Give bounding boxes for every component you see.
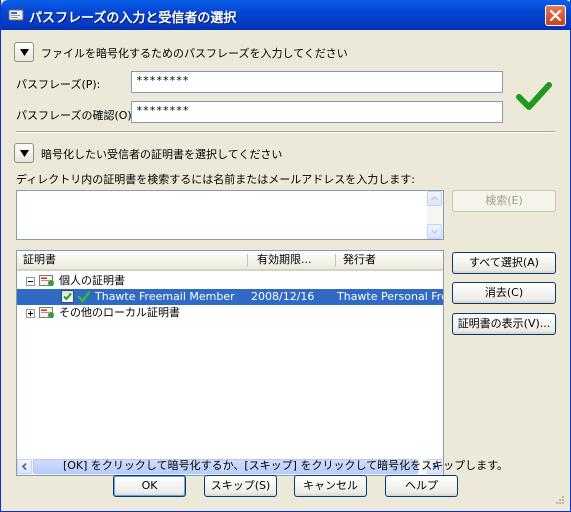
- passphrase-confirm-label: パスフレーズの確認(O):: [16, 109, 136, 122]
- certificate-list[interactable]: 証明書 有効期限... 発行者 個人の証明書 Thawte Freemail M…: [16, 250, 444, 476]
- column-header-issuer[interactable]: 発行者: [337, 251, 443, 269]
- column-header-expires[interactable]: 有効期限...: [251, 251, 335, 269]
- chevron-up-icon: [430, 195, 439, 201]
- clear-button[interactable]: 消去(C): [452, 282, 556, 304]
- check-icon: [63, 292, 72, 301]
- certificate-issuer: Thawte Personal Freemail: [337, 290, 443, 303]
- minus-icon: [28, 281, 33, 282]
- search-input[interactable]: [16, 190, 444, 240]
- dialog-window: パスフレーズの入力と受信者の選択 ファイルを暗号化するためのパスフレーズを入力し…: [0, 0, 571, 512]
- dialog-body: ファイルを暗号化するためのパスフレーズを入力してください パスフレーズ(P): …: [4, 30, 567, 509]
- search-hint: ディレクトリ内の証明書を検索するには名前またはメールアドレスを入力します:: [16, 173, 415, 186]
- passphrase-section-header: ファイルを暗号化するためのパスフレーズを入力してください: [41, 47, 348, 60]
- column-header-certificate[interactable]: 証明書: [17, 251, 247, 269]
- show-certificate-button[interactable]: 証明書の表示(V)...: [452, 313, 556, 335]
- collapse-button[interactable]: [26, 277, 35, 286]
- triangle-down-icon: [20, 150, 29, 157]
- recipient-section-header: 暗号化したい受信者の証明書を選択してください: [41, 148, 283, 161]
- ok-button[interactable]: OK: [113, 475, 186, 497]
- plus-icon: [28, 311, 33, 316]
- certificate-folder-icon: [39, 275, 54, 286]
- resize-grip-icon[interactable]: [553, 495, 565, 507]
- certificate-checkbox[interactable]: [61, 290, 74, 303]
- window-title: パスフレーズの入力と受信者の選択: [29, 11, 237, 26]
- triangle-down-icon: [20, 49, 29, 56]
- certificate-expires: 2008/12/16: [251, 290, 315, 303]
- recipient-section-toggle[interactable]: [14, 143, 34, 163]
- search-scrollbar[interactable]: [427, 191, 443, 239]
- group-label: 個人の証明書: [59, 274, 125, 287]
- column-header-row: 証明書 有効期限... 発行者: [17, 251, 443, 271]
- tree-group-personal[interactable]: 個人の証明書: [17, 273, 443, 289]
- passphrase-label: パスフレーズ(P):: [16, 78, 101, 91]
- expand-button[interactable]: [26, 309, 35, 318]
- chevron-down-icon: [430, 229, 439, 235]
- column-divider: [335, 254, 336, 267]
- skip-button[interactable]: スキップ(S): [204, 475, 277, 497]
- instruction-text: [OK] をクリックして暗号化するか、[スキップ] をクリックして暗号化をスキッ…: [62, 459, 509, 472]
- passphrase-section-toggle[interactable]: [14, 42, 34, 62]
- passphrase-confirm-input[interactable]: ********: [131, 101, 503, 123]
- passphrase-input[interactable]: ********: [131, 71, 503, 93]
- checkmark-icon: [516, 82, 552, 110]
- key-icon: [8, 9, 24, 21]
- close-icon: [550, 10, 561, 21]
- close-button[interactable]: [545, 5, 566, 26]
- certificate-name: Thawte Freemail Member: [95, 290, 235, 303]
- certificate-row[interactable]: Thawte Freemail Member 2008/12/16 Thawte…: [17, 289, 443, 305]
- select-all-button[interactable]: すべて選択(A): [452, 252, 556, 274]
- scroll-down-button[interactable]: [427, 224, 442, 239]
- tree-group-other-local[interactable]: その他のローカル証明書: [17, 305, 443, 321]
- section-divider: [16, 131, 555, 133]
- column-divider: [247, 254, 248, 267]
- help-button[interactable]: ヘルプ: [385, 475, 458, 497]
- certificate-folder-icon: [39, 307, 54, 318]
- cancel-button[interactable]: キャンセル: [294, 475, 367, 497]
- scroll-up-button[interactable]: [427, 191, 442, 206]
- group-label: その他のローカル証明書: [59, 306, 180, 319]
- search-button[interactable]: 検索(E): [452, 190, 556, 212]
- valid-check-icon: [77, 291, 91, 303]
- title-bar[interactable]: パスフレーズの入力と受信者の選択: [1, 0, 571, 30]
